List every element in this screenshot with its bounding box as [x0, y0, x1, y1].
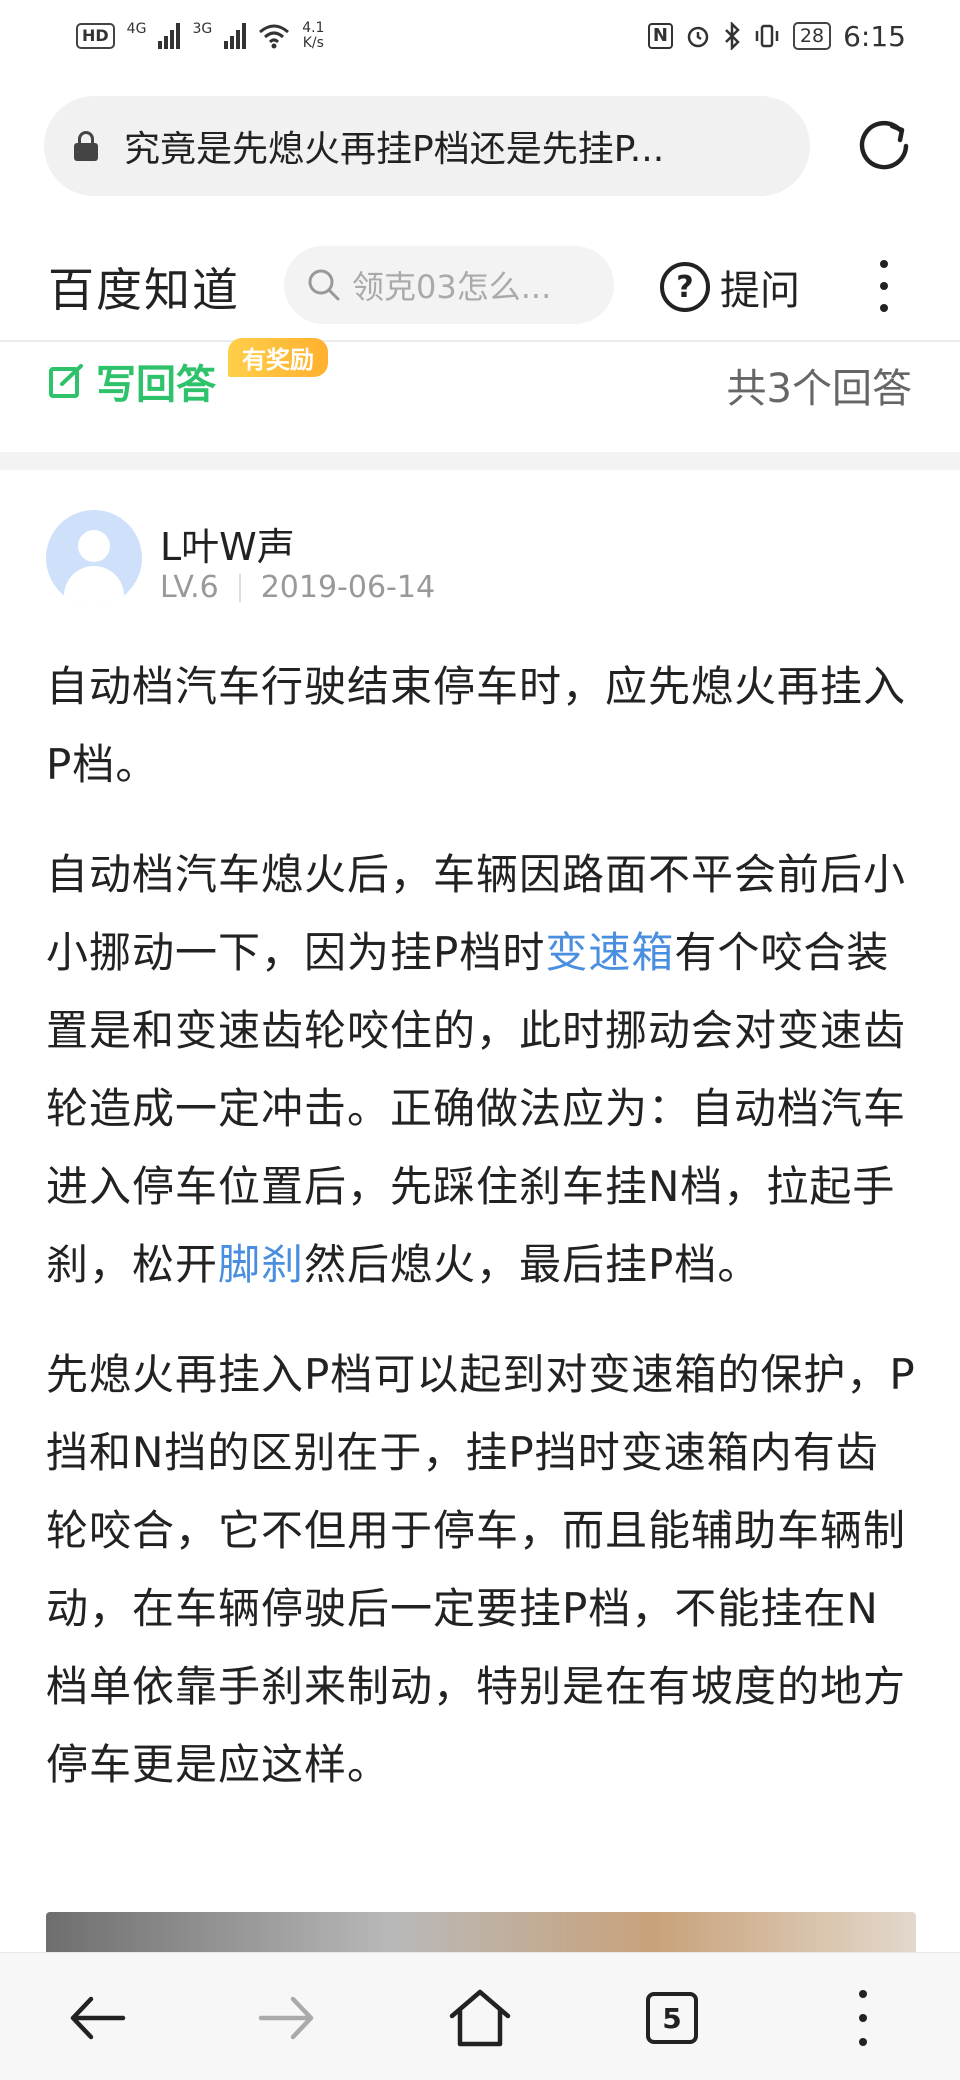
- nfc-icon: N: [647, 23, 673, 49]
- answer-paragraph-2: 自动档汽车熄火后，车辆因路面不平会前后小小挪动一下，因为挂P档时变速箱有个咬合装…: [46, 836, 918, 1304]
- alarm-icon: [687, 26, 709, 48]
- vibrate-icon: [755, 24, 779, 48]
- answer-username[interactable]: L叶W声: [160, 516, 295, 571]
- browser-menu-button[interactable]: [828, 1983, 898, 2053]
- menu-dots-icon: [857, 1990, 869, 2046]
- answer-bar: 写回答 有奖励 共3个回答: [0, 338, 960, 452]
- net-speed: 4.1 K/s: [302, 21, 324, 51]
- answer-count: 共3个回答: [726, 366, 912, 412]
- answer-paragraph-1: 自动档汽车行驶结束停车时，应先熄火再挂入P档。: [46, 662, 907, 789]
- status-bar: HD 4G 3G 4.1 K/s N 28 6:15: [0, 0, 960, 72]
- search-input[interactable]: 领克03怎么...: [284, 246, 614, 324]
- address-bar[interactable]: 究竟是先熄火再挂P档还是先挂P...: [44, 96, 810, 196]
- bluetooth-icon: [725, 22, 740, 50]
- meta-divider: [238, 573, 241, 602]
- forward-button[interactable]: [252, 1983, 322, 2053]
- home-button[interactable]: [445, 1983, 515, 2053]
- answer-meta: LV.6 2019-06-14: [160, 570, 435, 605]
- refresh-icon[interactable]: [854, 116, 914, 176]
- p2-text-b: 有个咬合装置是和变速齿轮咬住的，此时挪动会对变速齿轮造成一定冲击。正确做法应为：…: [46, 928, 907, 1289]
- tabs-button[interactable]: 5: [637, 1983, 707, 2053]
- question-icon: ?: [660, 262, 710, 312]
- answer-date: 2019-06-14: [260, 570, 436, 605]
- net-speed-unit: K/s: [302, 35, 324, 51]
- network-3g-label: 3G: [192, 21, 213, 37]
- status-left: HD 4G 3G 4.1 K/s: [76, 21, 324, 51]
- search-icon: [308, 269, 340, 301]
- forward-arrow-icon: [258, 1996, 314, 2040]
- wifi-icon: [259, 24, 290, 49]
- tabs-count-icon: 5: [646, 1992, 698, 2044]
- user-level: LV.6: [160, 570, 219, 605]
- lock-icon: [74, 131, 98, 161]
- clock-time: 6:15: [843, 19, 906, 53]
- signal-icon: [158, 23, 181, 49]
- write-answer-button[interactable]: 写回答: [48, 352, 216, 410]
- back-button[interactable]: [62, 1983, 132, 2053]
- answer-content: 自动档汽车行驶结束停车时，应先熄火再挂入P档。 自动档汽车熄火后，车辆因路面不平…: [46, 648, 918, 1836]
- ask-question-button[interactable]: ? 提问: [660, 258, 800, 316]
- p2-text-c: 然后熄火，最后挂P档。: [304, 1240, 761, 1289]
- bottom-nav: 5: [0, 1952, 960, 2080]
- answer-paragraph-3: 先熄火再挂入P档可以起到对变速箱的保护，P挡和N挡的区别在于，挂P挡时变速箱内有…: [46, 1350, 916, 1789]
- ask-label: 提问: [720, 268, 800, 314]
- site-header: 百度知道 领克03怎么... ? 提问: [0, 236, 960, 342]
- battery-icon: 28: [792, 22, 832, 50]
- page-title-url: 究竟是先熄火再挂P档还是先挂P...: [124, 129, 665, 170]
- site-logo[interactable]: 百度知道: [48, 254, 240, 320]
- hd-badge: HD: [76, 23, 115, 49]
- link-gearbox[interactable]: 变速箱: [545, 928, 674, 977]
- more-menu-icon[interactable]: [876, 260, 892, 312]
- link-footbrake[interactable]: 脚刹: [218, 1240, 304, 1289]
- edit-icon: [49, 364, 83, 398]
- back-arrow-icon: [70, 1996, 126, 2040]
- network-4g-label: 4G: [126, 21, 147, 37]
- net-speed-value: 4.1: [302, 20, 325, 36]
- section-divider: [0, 452, 960, 470]
- search-placeholder: 领克03怎么...: [352, 268, 552, 306]
- status-right: N 28 6:15: [647, 19, 906, 53]
- signal-icon-2: [224, 23, 247, 49]
- avatar[interactable]: [46, 510, 142, 606]
- write-answer-label: 写回答: [96, 362, 216, 408]
- home-icon: [449, 1989, 511, 2047]
- reward-badge: 有奖励: [228, 338, 328, 377]
